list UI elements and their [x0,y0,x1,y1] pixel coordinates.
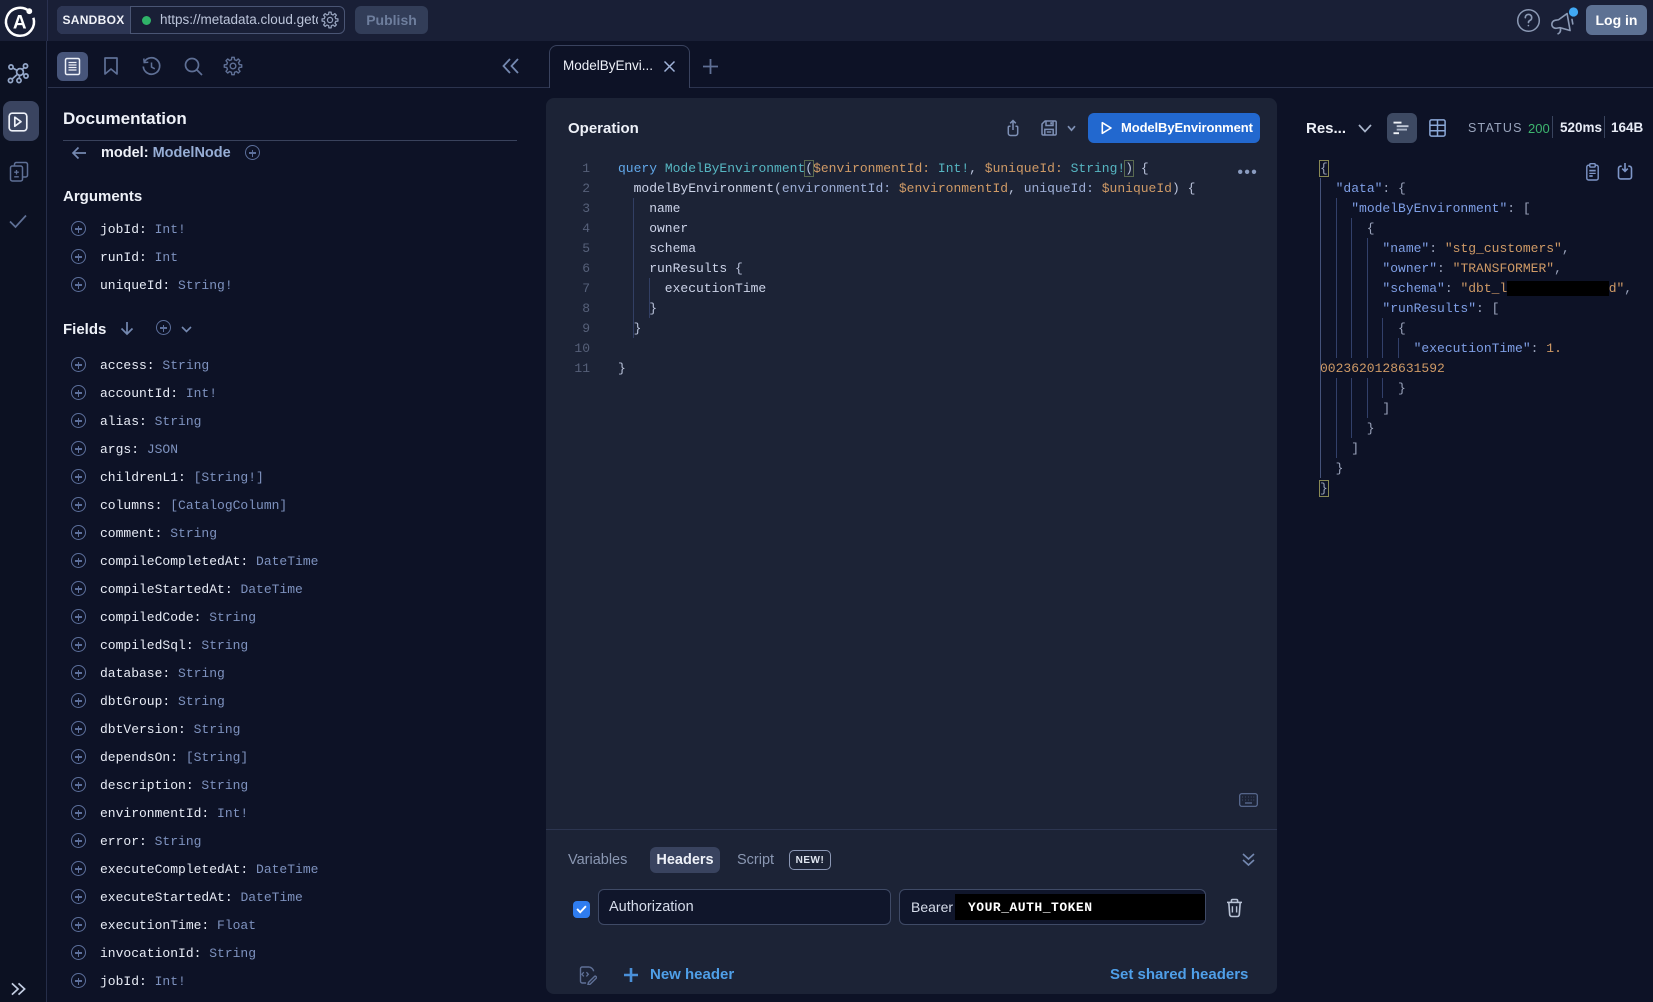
svg-text:A: A [13,13,27,34]
